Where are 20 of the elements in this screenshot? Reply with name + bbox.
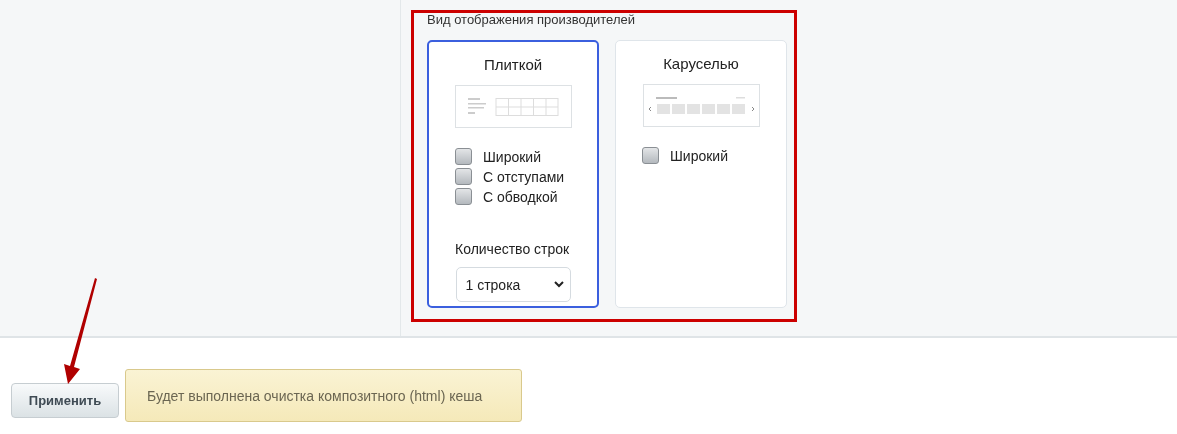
cache-notice: Будет выполнена очистка композитного (html) кеша [125, 369, 522, 422]
rows-count-select[interactable]: 1 строка [455, 267, 571, 302]
checkbox-label: С обводкой [483, 188, 558, 205]
checkbox[interactable] [455, 188, 472, 205]
section-title: Вид отображения производителей [426, 12, 636, 27]
layout-option-card[interactable]: Каруселью Широкий [615, 40, 787, 308]
chevron-down-icon [553, 281, 564, 288]
apply-button[interactable]: Применить [11, 383, 119, 418]
checkbox-label: С отступами [483, 168, 565, 185]
option-title: Каруселью [663, 55, 739, 72]
layout-option-card[interactable]: Плиткой Широкий С отступами С обводкой Количество строк 1 строка [427, 40, 599, 308]
checkbox-label: Широкий [483, 148, 541, 165]
checkbox[interactable] [455, 168, 472, 185]
rows-count-label: Количество строк [454, 240, 571, 257]
carousel-layout-preview-icon [642, 84, 760, 127]
option-title: Плиткой [483, 56, 543, 73]
checkbox[interactable] [642, 147, 659, 164]
checkbox[interactable] [455, 148, 472, 165]
checkbox-label: Широкий [670, 147, 728, 164]
tile-layout-preview-icon [454, 85, 572, 128]
